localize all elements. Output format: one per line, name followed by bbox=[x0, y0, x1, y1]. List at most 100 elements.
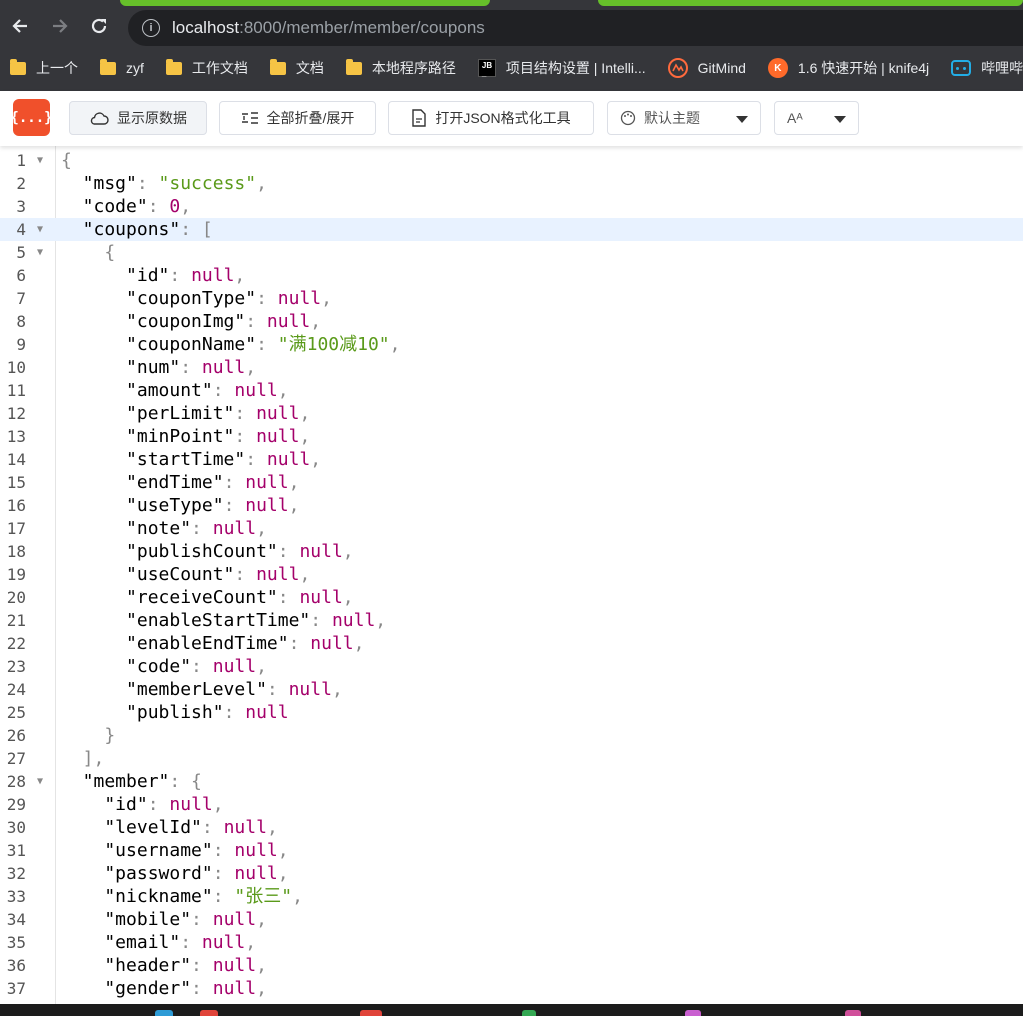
bookmark-item[interactable]: JB _ 项目结构设置 | Intelli... bbox=[477, 58, 646, 78]
code-token: : bbox=[212, 886, 235, 907]
bookmark-item[interactable]: 文档 bbox=[269, 58, 324, 78]
code-token: null bbox=[169, 794, 213, 815]
code-token: : bbox=[277, 587, 300, 608]
code-token: , bbox=[299, 403, 311, 424]
code-line: 6 "id": null, bbox=[0, 264, 1023, 287]
taskbar-app[interactable] bbox=[845, 1010, 861, 1016]
info-icon[interactable]: i bbox=[142, 19, 160, 37]
document-json-icon bbox=[411, 109, 427, 127]
code-line: 19 "useCount": null, bbox=[0, 563, 1023, 586]
code-line: 3 "code": 0, bbox=[0, 195, 1023, 218]
reload-icon bbox=[91, 18, 107, 34]
code-token: , bbox=[353, 633, 365, 654]
code-text: "coupons": [ bbox=[61, 218, 213, 241]
fold-toggle-icon[interactable]: ▼ bbox=[37, 770, 43, 793]
fold-toggle-icon[interactable]: ▼ bbox=[37, 218, 43, 241]
code-token: : bbox=[180, 932, 202, 953]
taskbar-app[interactable] bbox=[685, 1010, 701, 1016]
line-number: 20 bbox=[6, 588, 26, 607]
json-code-view[interactable]: 1 ▼{2 "msg": "success", 3 "code": 0, 4 ▼ "co… bbox=[0, 146, 1023, 1004]
fold-toggle-icon[interactable]: ▼ bbox=[37, 149, 43, 172]
code-token: : bbox=[234, 564, 257, 585]
code-line: 11 "amount": null, bbox=[0, 379, 1023, 402]
code-text: "memberLevel": null, bbox=[61, 678, 343, 701]
line-number: 6 bbox=[16, 266, 26, 285]
code-text: } bbox=[61, 724, 115, 747]
code-text: "mobile": null, bbox=[61, 908, 267, 931]
bookmark-item[interactable]: zyf bbox=[100, 58, 144, 76]
code-line: 25 "publish": null bbox=[0, 701, 1023, 724]
code-token: : bbox=[223, 472, 246, 493]
bookmark-item[interactable]: GitMind bbox=[667, 58, 746, 78]
code-token: "couponType" bbox=[61, 288, 257, 309]
code-token: { bbox=[61, 150, 72, 171]
code-text: "endTime": null, bbox=[61, 471, 299, 494]
fold-icon bbox=[241, 111, 259, 125]
code-token: "nickname" bbox=[61, 886, 213, 907]
code-text: "perLimit": null, bbox=[61, 402, 310, 425]
code-token: "id" bbox=[61, 794, 148, 815]
fold-all-button[interactable]: 全部折叠/展开 bbox=[219, 101, 376, 135]
line-number: 11 bbox=[6, 381, 26, 400]
code-token: , bbox=[321, 288, 332, 309]
code-line: 29 "id": null, bbox=[0, 793, 1023, 816]
show-raw-label: 显示原数据 bbox=[117, 110, 187, 126]
code-text: "enableStartTime": null, bbox=[61, 609, 386, 632]
code-token: , bbox=[277, 863, 289, 884]
browser-top-bar: i localhost:8000/member/member/coupons 上… bbox=[0, 0, 1023, 91]
code-token: null bbox=[234, 380, 278, 401]
line-number: 15 bbox=[6, 473, 26, 492]
code-token: , bbox=[389, 334, 401, 355]
open-format-tool-button[interactable]: 打开JSON格式化工具 bbox=[388, 101, 594, 135]
code-token: , bbox=[212, 794, 224, 815]
line-number: 13 bbox=[6, 427, 26, 446]
taskbar-app[interactable] bbox=[360, 1010, 382, 1016]
font-size-select[interactable]: Aᴬ bbox=[774, 101, 859, 135]
code-token: , bbox=[288, 472, 300, 493]
code-token: "minPoint" bbox=[61, 426, 235, 447]
line-number: 2 bbox=[16, 174, 26, 193]
code-line: 27 ], bbox=[0, 747, 1023, 770]
bookmark-item[interactable]: K 1.6 快速开始 | knife4j bbox=[767, 58, 929, 78]
taskbar-app[interactable] bbox=[200, 1010, 218, 1016]
show-raw-button[interactable]: 显示原数据 bbox=[69, 101, 207, 135]
code-token: : bbox=[234, 403, 257, 424]
fold-all-label: 全部折叠/展开 bbox=[266, 110, 355, 126]
code-line: 23 "code": null, bbox=[0, 655, 1023, 678]
code-text: "nickname": "张三", bbox=[61, 885, 303, 908]
reload-button[interactable] bbox=[85, 12, 113, 40]
taskbar-app[interactable] bbox=[155, 1010, 173, 1016]
bookmark-item[interactable]: 工作文档 bbox=[165, 58, 248, 78]
code-token: null bbox=[256, 403, 300, 424]
code-text: "publishCount": null, bbox=[61, 540, 354, 563]
code-token: , bbox=[375, 610, 387, 631]
bookmarks-bar: 上一个 zyf 工作文档 文档 本地程序路径 JB _ 项目结构设置 | Intel… bbox=[0, 50, 1023, 86]
line-number: 12 bbox=[6, 404, 26, 423]
code-token: : { bbox=[169, 771, 202, 792]
address-bar[interactable]: i localhost:8000/member/member/coupons bbox=[128, 10, 1023, 46]
bookmark-item[interactable]: 哔哩哔 bbox=[951, 58, 1023, 78]
taskbar-app[interactable] bbox=[522, 1010, 536, 1016]
code-line: 32 "password": null, bbox=[0, 862, 1023, 885]
code-token: : bbox=[191, 656, 213, 677]
code-token: null bbox=[245, 495, 289, 516]
code-text: "member": { bbox=[61, 770, 202, 793]
back-button[interactable] bbox=[6, 12, 34, 40]
code-token: : bbox=[191, 978, 213, 999]
code-token: "email" bbox=[61, 932, 181, 953]
forward-button[interactable] bbox=[46, 12, 74, 40]
code-text: "msg": "success", bbox=[61, 172, 267, 195]
code-text: "amount": null, bbox=[61, 379, 289, 402]
bookmark-item[interactable]: 上一个 bbox=[10, 58, 78, 78]
code-text: "couponName": "满100减10", bbox=[61, 333, 400, 356]
line-number: 30 bbox=[6, 818, 26, 837]
line-number: 37 bbox=[6, 979, 26, 998]
line-number: 26 bbox=[6, 726, 26, 745]
json-viewer-logo[interactable]: {...} bbox=[10, 99, 53, 136]
code-line: 24 "memberLevel": null, bbox=[0, 678, 1023, 701]
code-token: "enableEndTime" bbox=[61, 633, 289, 654]
theme-select[interactable]: 默认主题 bbox=[607, 101, 761, 135]
code-token: null bbox=[212, 656, 257, 677]
fold-toggle-icon[interactable]: ▼ bbox=[37, 241, 43, 264]
bookmark-item[interactable]: 本地程序路径 bbox=[345, 58, 456, 78]
